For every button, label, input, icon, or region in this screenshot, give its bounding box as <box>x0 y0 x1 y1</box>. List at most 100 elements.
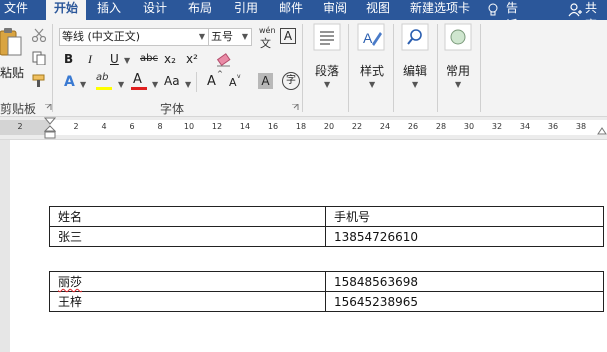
subscript-button[interactable]: x₂ <box>164 52 176 66</box>
font-color-bar <box>131 87 147 90</box>
ruler-number: 20 <box>323 122 335 131</box>
table-cell[interactable]: 15848563698 <box>325 271 604 292</box>
character-shading-button[interactable]: A <box>258 73 273 89</box>
chevron-down-icon[interactable]: ▼ <box>152 80 158 89</box>
table-cell[interactable]: 姓名 <box>49 206 326 227</box>
chevron-down-icon: ▼ <box>198 32 205 41</box>
shrink-font-button[interactable]: A v <box>229 73 243 92</box>
document-page[interactable]: 姓名 手机号 张三 13854726610 丽莎 15848563698 王梓 … <box>10 140 607 352</box>
tab-new-tab[interactable]: 新建选项卡 <box>410 0 470 20</box>
styles-button[interactable]: A <box>357 23 387 55</box>
copy-icon[interactable] <box>32 51 46 65</box>
text-effects-button[interactable]: A <box>64 74 75 90</box>
table-cell[interactable]: 15645238965 <box>325 291 604 312</box>
contacts-table-1[interactable]: 姓名 手机号 张三 13854726610 <box>49 206 604 247</box>
tab-references[interactable]: 引用 <box>234 0 258 20</box>
indent-marker-icon[interactable] <box>44 117 56 139</box>
chevron-down-icon[interactable]: ▼ <box>118 80 124 89</box>
strikethrough-button[interactable]: abc <box>140 53 158 64</box>
share-button[interactable]: 共享 <box>562 0 607 32</box>
chevron-down-icon[interactable]: ▼ <box>324 80 330 89</box>
ruler-number: 34 <box>519 122 531 131</box>
contacts-table-2[interactable]: 丽莎 15848563698 王梓 15645238965 <box>49 271 604 312</box>
tab-view[interactable]: 视图 <box>366 0 390 20</box>
clipboard-icon <box>0 28 22 56</box>
document-area[interactable]: 姓名 手机号 张三 13854726610 丽莎 15848563698 王梓 … <box>0 140 607 352</box>
cut-icon[interactable] <box>32 28 46 42</box>
chevron-down-icon[interactable]: ▼ <box>455 80 461 89</box>
font-group-label: 字体 <box>160 102 185 116</box>
table-row: 张三 13854726610 <box>49 226 604 247</box>
ribbon-separator <box>196 72 197 92</box>
dialog-launcher-icon[interactable] <box>45 104 52 111</box>
dialog-launcher-icon[interactable] <box>292 104 299 111</box>
horizontal-ruler[interactable]: 2 2 4 6 8 10 12 14 16 18 20 22 24 26 28 … <box>0 117 607 140</box>
styles-icon: A <box>357 23 385 51</box>
paste-button[interactable]: 粘贴 <box>0 26 26 82</box>
character-border-button[interactable]: A <box>280 28 296 44</box>
ruler-number: 22 <box>351 122 363 131</box>
ruler-number: 38 <box>575 122 587 131</box>
table-cell[interactable]: 13854726610 <box>325 226 604 247</box>
ruler-number: 2 <box>73 122 79 131</box>
font-color-button[interactable]: A <box>130 72 152 92</box>
paragraph-button[interactable] <box>313 23 343 55</box>
ruler-number: 6 <box>129 122 135 131</box>
phonetic-guide-button[interactable]: wén 文 <box>258 26 276 50</box>
ruler-number: 36 <box>547 122 559 131</box>
table-cell[interactable]: 丽莎 <box>49 271 326 292</box>
editing-label: 编辑 <box>403 64 428 78</box>
font-size-combo[interactable]: 五号 ▼ <box>208 28 252 46</box>
grow-font-button[interactable]: A ^ <box>207 70 223 92</box>
table-cell[interactable]: 王梓 <box>49 291 326 312</box>
format-painter-icon[interactable] <box>32 74 46 88</box>
superscript-button[interactable]: x² <box>186 52 198 66</box>
font-size-value: 五号 <box>211 30 233 43</box>
font-name-combo[interactable]: 等线 (中文正文) ▼ <box>59 28 209 46</box>
table-cell[interactable]: 张三 <box>49 226 326 247</box>
tab-design[interactable]: 设计 <box>143 0 167 20</box>
ribbon-tab-bar: 文件 开始 插入 设计 布局 引用 邮件 审阅 视图 新建选项卡 告诉我 共享 <box>0 0 607 49</box>
table-row: 丽莎 15848563698 <box>49 271 604 292</box>
tab-review[interactable]: 审阅 <box>323 0 347 20</box>
highlight-label: ab <box>96 72 109 83</box>
paragraph-label: 段落 <box>315 64 340 78</box>
ruler-number: 18 <box>295 122 307 131</box>
change-case-button[interactable]: Aa <box>164 74 180 88</box>
caret-up-icon: ^ <box>217 70 223 78</box>
chevron-down-icon[interactable]: ▼ <box>185 80 191 89</box>
tab-home[interactable]: 开始 <box>46 0 86 21</box>
ribbon-separator <box>348 24 349 112</box>
underline-button[interactable]: U <box>110 52 119 66</box>
ruler-number: 30 <box>463 122 475 131</box>
shrink-font-label: A <box>229 76 237 89</box>
common-button[interactable] <box>444 23 474 55</box>
editing-button[interactable] <box>401 23 431 55</box>
tab-layout[interactable]: 布局 <box>188 0 212 20</box>
chevron-down-icon[interactable]: ▼ <box>80 80 86 89</box>
tab-mailings[interactable]: 邮件 <box>279 0 303 20</box>
phonetic-bottom: 文 <box>260 37 271 50</box>
table-row: 姓名 手机号 <box>49 206 604 227</box>
tab-file[interactable]: 文件 <box>0 0 30 20</box>
tab-insert[interactable]: 插入 <box>97 0 121 20</box>
phonetic-top: wén <box>259 26 276 35</box>
bold-button[interactable]: B <box>64 52 73 66</box>
person-icon <box>568 3 582 17</box>
clear-formatting-icon[interactable] <box>216 53 232 67</box>
ruler-number: 28 <box>435 122 447 131</box>
chevron-down-icon[interactable]: ▼ <box>369 80 375 89</box>
right-indent-marker-icon[interactable] <box>597 125 607 135</box>
highlight-button[interactable]: ab <box>94 72 116 92</box>
enclose-characters-button[interactable]: 字 <box>282 72 300 90</box>
ribbon-separator <box>302 24 303 112</box>
ribbon-separator <box>437 24 438 112</box>
table-cell[interactable]: 手机号 <box>325 206 604 227</box>
chevron-down-icon[interactable]: ▼ <box>412 80 418 89</box>
italic-button[interactable]: I <box>88 52 92 67</box>
character-shading-label: A <box>261 74 270 88</box>
common-label: 常用 <box>446 64 471 78</box>
chevron-down-icon: ▼ <box>241 32 248 41</box>
ruler-number: 10 <box>183 122 195 131</box>
chevron-down-icon[interactable]: ▼ <box>124 56 130 65</box>
